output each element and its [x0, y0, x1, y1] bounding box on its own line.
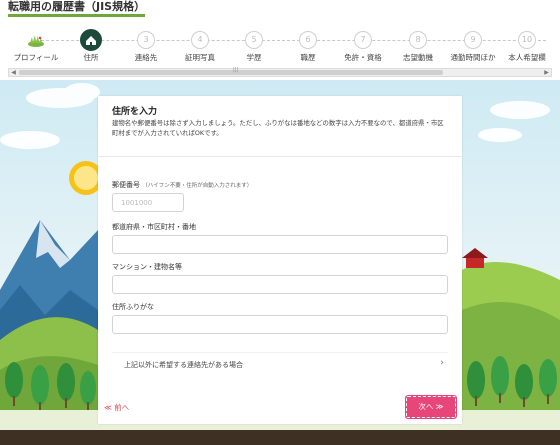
step-number: 9	[464, 31, 482, 49]
step-number: 7	[354, 31, 372, 49]
step-photo[interactable]: 4 証明写真	[170, 26, 230, 63]
grip-icon: |||	[233, 67, 239, 73]
prev-button[interactable]: ≪ 前へ	[104, 402, 129, 413]
step-number: 4	[191, 31, 209, 49]
step-profile[interactable]: プロフィール	[6, 26, 66, 63]
postal-hint: （ハイフン不要・住所が自動入力されます）	[142, 183, 253, 189]
chevron-right-icon: ›	[440, 358, 444, 368]
other-contact-expander[interactable]: 上記以外に希望する連絡先がある場合 ›	[112, 352, 448, 374]
step-number: 6	[299, 31, 317, 49]
divider	[98, 156, 462, 157]
step-label: 本人希望欄	[508, 53, 546, 62]
scrollbar-thumb[interactable]	[19, 70, 443, 75]
postal-label-text: 郵便番号	[112, 181, 140, 189]
other-contact-label: 上記以外に希望する連絡先がある場合	[124, 361, 243, 369]
step-label: 連絡先	[134, 53, 158, 62]
furigana-label: 住所ふりがな	[112, 303, 154, 311]
step-label: 志望動機	[403, 53, 433, 62]
step-label: 住所	[83, 53, 99, 62]
form-title: 住所を入力	[112, 107, 158, 117]
step-label: 証明写真	[185, 53, 215, 62]
step-licenses[interactable]: 7 免許・資格	[333, 26, 393, 63]
furigana-input[interactable]	[112, 315, 448, 334]
step-work-history[interactable]: 6 職歴	[278, 26, 338, 63]
postal-code-label: 郵便番号 （ハイフン不要・住所が自動入力されます）	[112, 180, 252, 190]
step-number: 3	[137, 31, 155, 49]
grass-icon	[27, 31, 45, 49]
progress-stepper: プロフィール 住所 3 連絡先 4 証明写真 5 学歴 6 職歴 7 免許・資格…	[0, 26, 560, 66]
next-button[interactable]: 次へ ≫	[405, 395, 457, 419]
address-label: 都道府県・市区町村・番地	[112, 223, 196, 231]
step-contact[interactable]: 3 連絡先	[116, 26, 176, 63]
postal-code-input[interactable]	[112, 193, 184, 212]
building-label: マンション・建物名等	[112, 263, 182, 271]
step-number: 8	[409, 31, 427, 49]
step-address[interactable]: 住所	[61, 26, 121, 63]
header: 転職用の履歴書（JIS規格）	[0, 0, 560, 20]
horizontal-scrollbar[interactable]: ◀ ||| ▶	[8, 67, 552, 77]
step-number: 10	[518, 31, 536, 49]
step-number: 5	[245, 31, 263, 49]
address-form-panel: 住所を入力 建物名や郵便番号は除さず入力しましょう。ただし、ふりがなは番地などの…	[98, 96, 462, 424]
scroll-left-icon[interactable]: ◀	[9, 68, 18, 77]
building-input[interactable]	[112, 275, 448, 294]
step-label: 職歴	[300, 53, 316, 62]
form-description: 建物名や郵便番号は除さず入力しましょう。ただし、ふりがなは番地などの数字は入力不…	[112, 119, 444, 137]
house-icon	[80, 29, 102, 51]
address-input[interactable]	[112, 235, 448, 254]
step-commute[interactable]: 9 通勤時間ほか	[443, 26, 503, 63]
step-label: プロフィール	[13, 53, 59, 62]
step-preferences[interactable]: 10 本人希望欄	[497, 26, 557, 63]
scroll-right-icon[interactable]: ▶	[542, 68, 551, 77]
app-title: 転職用の履歴書（JIS規格）	[8, 0, 146, 17]
step-label: 通勤時間ほか	[450, 53, 496, 62]
step-label: 免許・資格	[344, 53, 382, 62]
step-label: 学歴	[246, 53, 262, 62]
footer-bar	[0, 430, 560, 445]
step-motivation[interactable]: 8 志望動機	[388, 26, 448, 63]
step-education[interactable]: 5 学歴	[224, 26, 284, 63]
